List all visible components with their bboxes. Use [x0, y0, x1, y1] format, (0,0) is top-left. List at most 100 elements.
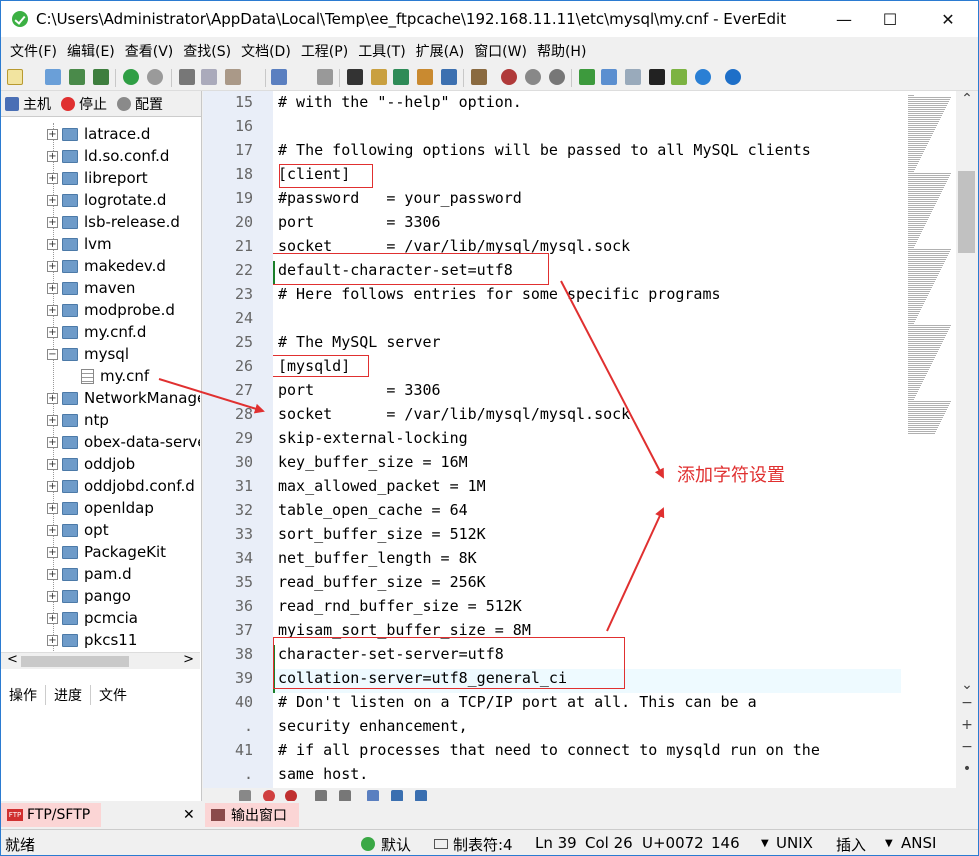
eol-dropdown-icon[interactable]: ▼ — [761, 838, 769, 849]
menu-view[interactable]: 查看(V) — [120, 41, 179, 61]
tree-folder-item[interactable]: + libreport — [47, 167, 148, 189]
expand-icon[interactable]: + — [47, 436, 58, 448]
tree-folder-item[interactable]: + pkcs11 — [47, 629, 137, 651]
close-button[interactable]: ✕ — [925, 1, 971, 37]
tree-folder-item[interactable]: + my.cnf.d — [47, 321, 146, 343]
collapse-icon[interactable]: − — [47, 348, 58, 360]
code-line[interactable]: socket = /var/lib/mysql/mysql.sock — [278, 405, 630, 423]
goto-icon[interactable] — [441, 69, 457, 85]
expand-icon[interactable]: + — [47, 260, 58, 272]
expand-icon[interactable]: + — [47, 282, 58, 294]
tree-folder-item[interactable]: + ntp — [47, 409, 109, 431]
code-line[interactable]: max_allowed_packet = 1M — [278, 477, 486, 495]
menu-extensions[interactable]: 扩展(A) — [411, 41, 470, 61]
redo-icon[interactable] — [147, 69, 163, 85]
help-icon[interactable] — [725, 69, 741, 85]
tree-folder-item[interactable]: + pcmcia — [47, 607, 138, 629]
tree-folder-item[interactable]: + oddjob — [47, 453, 135, 475]
status-line-ending[interactable]: UNIX — [776, 834, 813, 852]
tree-folder-item[interactable]: + modprobe.d — [47, 299, 175, 321]
host-tab[interactable]: 主机 — [5, 94, 51, 114]
code-line[interactable]: same host. — [278, 765, 368, 783]
expand-icon[interactable]: + — [47, 304, 58, 316]
tab-output-window[interactable]: 输出窗口 — [205, 803, 299, 827]
tree-horizontal-scrollbar[interactable]: < > — [1, 652, 200, 669]
expand-icon[interactable]: + — [47, 568, 58, 580]
menu-window[interactable]: 窗口(W) — [469, 41, 532, 61]
expand-icon[interactable]: + — [47, 524, 58, 536]
paste-icon[interactable] — [225, 69, 241, 85]
minimap[interactable] — [904, 91, 956, 788]
scroll-left-icon[interactable]: < — [7, 652, 18, 667]
status-insert-mode[interactable]: 插入 — [836, 834, 866, 855]
tab-operations[interactable]: 操作 — [1, 685, 46, 705]
tree-folder-item[interactable]: − mysql — [47, 343, 129, 365]
spell-check-icon[interactable] — [393, 69, 409, 85]
tree-folder-item[interactable]: + oddjobd.conf.d — [47, 475, 195, 497]
undo-icon[interactable] — [123, 69, 139, 85]
code-line[interactable]: read_rnd_buffer_size = 512K — [278, 597, 522, 615]
tab-files[interactable]: 文件 — [91, 685, 135, 705]
outline-icon[interactable] — [579, 69, 595, 85]
code-line[interactable]: # The MySQL server — [278, 333, 441, 351]
expand-icon[interactable]: + — [47, 216, 58, 228]
tree-file-item[interactable]: my.cnf — [81, 365, 149, 387]
wrap-icon[interactable] — [271, 69, 287, 85]
cut-icon[interactable] — [179, 69, 195, 85]
editor-vertical-scrollbar[interactable]: ⌃ ⌄ − + − • — [956, 91, 978, 788]
tree-folder-item[interactable]: + makedev.d — [47, 255, 166, 277]
expand-icon[interactable]: + — [47, 128, 58, 140]
scroll-up-icon[interactable]: ⌃ — [959, 91, 975, 107]
expand-icon[interactable]: + — [47, 480, 58, 492]
debug-icon[interactable] — [525, 69, 541, 85]
code-line[interactable]: # The following options will be passed t… — [278, 141, 811, 159]
expand-icon[interactable]: + — [47, 238, 58, 250]
tree-folder-item[interactable]: + pango — [47, 585, 131, 607]
maximize-button[interactable]: ☐ — [867, 1, 913, 37]
code-line[interactable]: key_buffer_size = 16M — [278, 453, 468, 471]
expand-icon[interactable]: + — [47, 172, 58, 184]
code-line[interactable]: port = 3306 — [278, 381, 441, 399]
config-tab[interactable]: 配置 — [117, 94, 163, 114]
expand-icon[interactable]: + — [47, 392, 58, 404]
zoom-out-small-icon[interactable]: − — [959, 739, 975, 755]
tree-folder-item[interactable]: + lsb-release.d — [47, 211, 180, 233]
new-file-icon[interactable] — [7, 69, 23, 85]
menu-help[interactable]: 帮助(H) — [532, 41, 591, 61]
tree-folder-item[interactable]: + NetworkManager — [47, 387, 200, 409]
menu-project[interactable]: 工程(P) — [296, 41, 353, 61]
menu-file[interactable]: 文件(F) — [5, 41, 62, 61]
code-line[interactable]: sort_buffer_size = 512K — [278, 525, 486, 543]
tab-progress[interactable]: 进度 — [46, 685, 91, 705]
split-view-icon[interactable] — [625, 69, 641, 85]
expand-icon[interactable]: + — [47, 150, 58, 162]
status-charset[interactable]: ANSI — [901, 834, 936, 852]
console-icon[interactable] — [649, 69, 665, 85]
expand-icon[interactable]: + — [47, 612, 58, 624]
tree-folder-item[interactable]: + obex-data-server — [47, 431, 200, 453]
status-encoding-mode[interactable]: 默认 — [381, 834, 411, 855]
expand-icon[interactable]: + — [47, 414, 58, 426]
tree-folder-item[interactable]: + maven — [47, 277, 135, 299]
tree-folder-item[interactable]: + pam.d — [47, 563, 132, 585]
tree-folder-item[interactable]: + latrace.d — [47, 123, 150, 145]
run-icon[interactable] — [501, 69, 517, 85]
code-line[interactable]: # Don't listen on a TCP/IP port at all. … — [278, 693, 757, 711]
stop-script-icon[interactable] — [549, 69, 565, 85]
zoom-out-icon[interactable]: − — [959, 695, 975, 711]
browser-preview-icon[interactable] — [695, 69, 711, 85]
scroll-right-icon[interactable]: > — [183, 652, 194, 667]
code-line[interactable]: # with the "--help" option. — [278, 93, 522, 111]
close-ftp-panel-icon[interactable]: ✕ — [183, 807, 195, 823]
status-tab-size[interactable]: 制表符:4 — [453, 834, 513, 855]
code-line[interactable]: table_open_cache = 64 — [278, 501, 468, 519]
code-line[interactable]: read_buffer_size = 256K — [278, 573, 486, 591]
zoom-reset-icon[interactable]: • — [959, 761, 975, 777]
charset-dropdown-icon[interactable]: ▼ — [885, 838, 893, 849]
tree-folder-item[interactable]: + logrotate.d — [47, 189, 166, 211]
expand-icon[interactable]: + — [47, 546, 58, 558]
sidebar-toggle-icon[interactable] — [601, 69, 617, 85]
code-line[interactable]: # Here follows entries for some specific… — [278, 285, 721, 303]
tree-folder-item[interactable]: + openldap — [47, 497, 154, 519]
zoom-in-icon[interactable]: + — [959, 717, 975, 733]
